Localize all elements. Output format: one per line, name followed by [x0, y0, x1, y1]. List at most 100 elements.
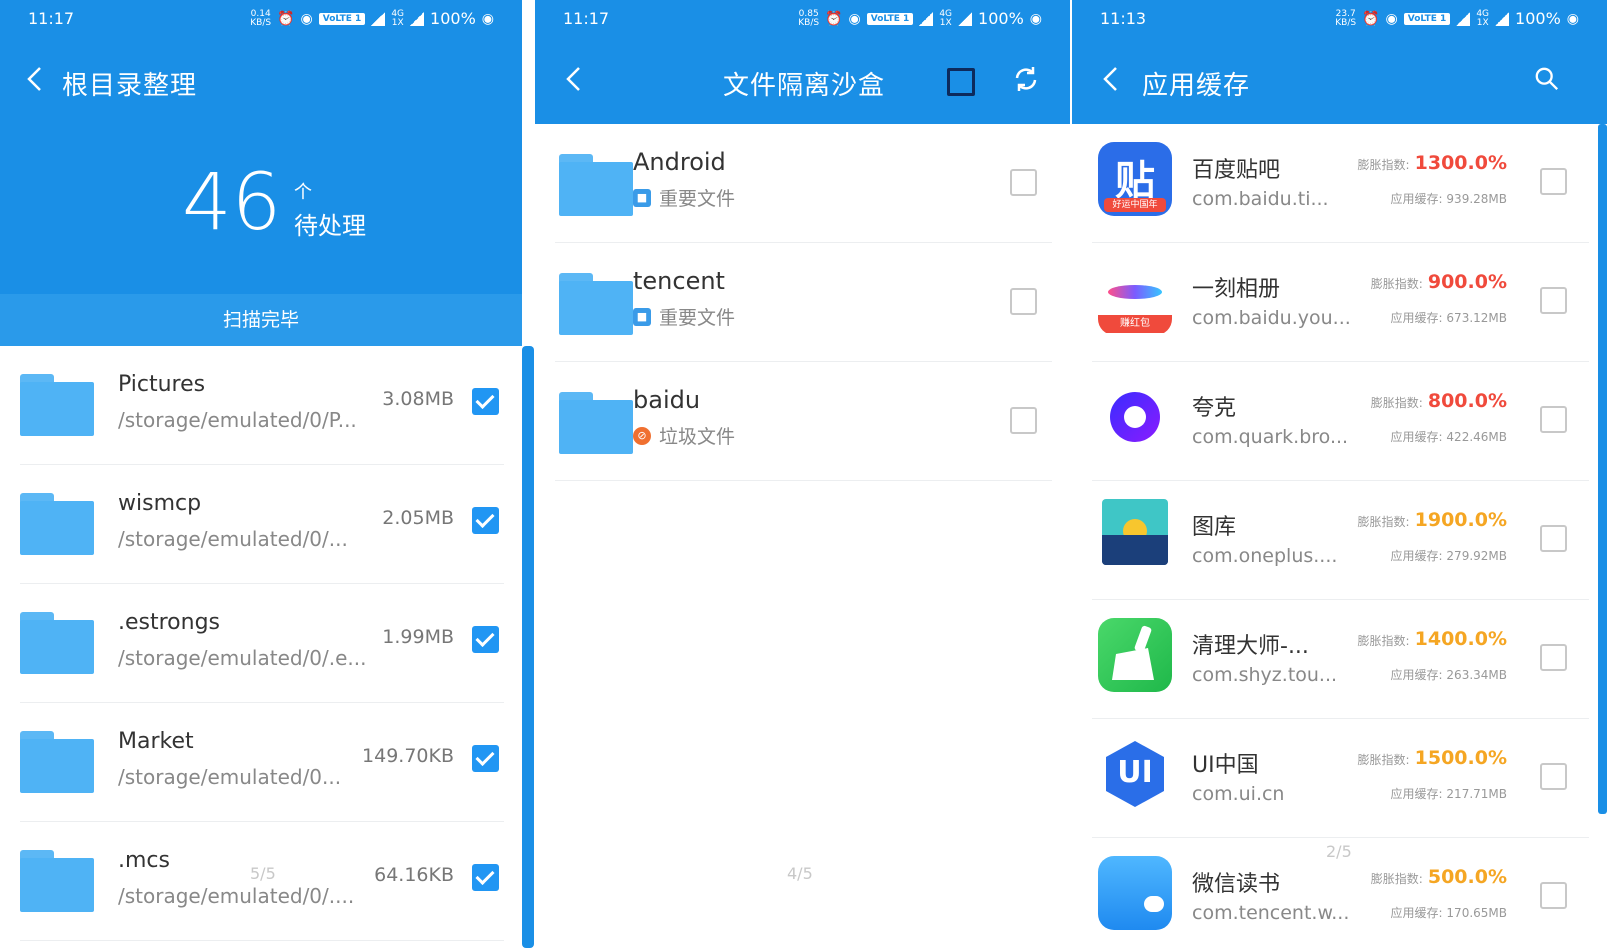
status-bar: 11:13 23.7 KB/S ⏰ ◉ VoLTE 1 4G 1X 100% ◉ — [1072, 0, 1607, 40]
bookmark-icon: ■ — [633, 188, 651, 207]
page-indicator: 2/5 — [1326, 842, 1352, 861]
trash-icon: ⊘ — [633, 426, 651, 445]
app-package: com.oneplus.... — [1192, 545, 1338, 567]
hotspot-icon: ◉ — [300, 10, 313, 27]
pending-count-unit: 个 — [294, 182, 312, 203]
folder-name: Pictures — [118, 372, 206, 397]
pending-count: 46 — [182, 158, 282, 248]
list-item[interactable]: 贴 好运中国年 百度贴吧 com.baidu.ti... 膨胀指数: 1300.… — [1072, 124, 1607, 243]
app-cache-size: 应用缓存: 170.65MB — [1390, 906, 1507, 920]
app-name: 百度贴吧 — [1192, 158, 1281, 183]
app-cache-header: 11:13 23.7 KB/S ⏰ ◉ VoLTE 1 4G 1X 100% ◉ 应… — [1072, 0, 1607, 124]
list-item[interactable]: 赚红包 一刻相册 com.baidu.you... 膨胀指数: 900.0% 应… — [1072, 243, 1607, 362]
tieba-icon: 贴 好运中国年 — [1098, 142, 1172, 216]
folder-size: 149.70KB — [362, 745, 454, 767]
status-icons: 0.85 KB/S ⏰ ◉ VoLTE 1 4G 1X 100% ◉ — [798, 9, 1042, 28]
app-cache-size: 应用缓存: 673.12MB — [1390, 311, 1507, 325]
list-item[interactable]: tencent ■ 重要文件 — [535, 243, 1070, 362]
bloat-index: 膨胀指数: 1500.0% — [1357, 747, 1508, 769]
app-name: 图库 — [1192, 515, 1237, 540]
select-all-square-icon[interactable] — [947, 68, 975, 96]
list-item[interactable]: Market /storage/emulated/0... 149.70KB — [0, 703, 522, 822]
select-checkbox[interactable] — [1540, 882, 1567, 909]
folder-icon — [20, 850, 94, 912]
root-directory-panel: 11:17 0.14 KB/S ⏰ ◉ VoLTE 1 4G 1X 100% ◉ 根… — [0, 0, 522, 948]
list-item[interactable]: UI UI中国 com.ui.cn 膨胀指数: 1500.0% 应用缓存: 21… — [1072, 719, 1607, 838]
alarm-icon: ⏰ — [1362, 10, 1380, 27]
page-title: 根目录整理 — [62, 71, 198, 101]
list-item[interactable]: Pictures /storage/emulated/0/P... 3.08MB — [0, 346, 522, 465]
status-icons: 23.7 KB/S ⏰ ◉ VoLTE 1 4G 1X 100% ◉ — [1335, 9, 1579, 28]
folder-icon — [559, 273, 633, 335]
file-tag: ■ 重要文件 — [633, 303, 735, 330]
select-checkbox[interactable] — [1010, 407, 1037, 434]
list-item[interactable]: 清理大师-... com.shyz.tou... 膨胀指数: 1400.0% 应… — [1072, 600, 1607, 719]
list-item[interactable]: Android ■ 重要文件 — [535, 124, 1070, 243]
select-checkbox[interactable] — [472, 864, 499, 891]
list-item[interactable]: baidu ⊘ 垃圾文件 — [535, 362, 1070, 481]
status-time: 11:13 — [1100, 9, 1147, 28]
hotspot-icon: ◉ — [848, 10, 861, 27]
list-item[interactable]: 图库 com.oneplus.... 膨胀指数: 1900.0% 应用缓存: 2… — [1072, 481, 1607, 600]
status-bar: 11:17 0.85 KB/S ⏰ ◉ VoLTE 1 4G 1X 100% ◉ — [535, 0, 1070, 40]
select-checkbox[interactable] — [472, 507, 499, 534]
back-arrow-icon[interactable] — [24, 64, 54, 94]
search-icon[interactable] — [1534, 66, 1562, 94]
scan-status-bar: 扫描完毕 — [0, 294, 522, 346]
select-checkbox[interactable] — [472, 388, 499, 415]
hotspot-icon: ◉ — [1385, 10, 1398, 27]
signal-icon — [919, 11, 934, 26]
folder-path: /storage/emulated/0/.e... — [118, 646, 367, 670]
back-arrow-icon[interactable] — [563, 64, 593, 94]
volte-badge: VoLTE 1 — [1403, 12, 1451, 25]
title-bar: 应用缓存 — [1072, 40, 1607, 126]
select-checkbox[interactable] — [1540, 525, 1567, 552]
page-title: 应用缓存 — [1142, 71, 1251, 101]
folder-size: 3.08MB — [382, 388, 454, 410]
root-directory-header: 11:17 0.14 KB/S ⏰ ◉ VoLTE 1 4G 1X 100% ◉ 根… — [0, 0, 522, 346]
pending-count-label: 待处理 — [294, 212, 366, 240]
folder-path: /storage/emulated/0/... — [118, 527, 348, 551]
signal-icon — [371, 11, 386, 26]
sandbox-panel: 11:17 0.85 KB/S ⏰ ◉ VoLTE 1 4G 1X 100% ◉ 文… — [535, 0, 1070, 948]
bookmark-icon: ■ — [633, 307, 651, 326]
scrollbar-thumb[interactable] — [522, 346, 534, 948]
app-name: 清理大师-... — [1192, 634, 1309, 659]
list-item[interactable]: 夸克 com.quark.bro... 膨胀指数: 800.0% 应用缓存: 4… — [1072, 362, 1607, 481]
select-checkbox[interactable] — [1540, 644, 1567, 671]
select-checkbox[interactable] — [472, 745, 499, 772]
select-checkbox[interactable] — [472, 626, 499, 653]
folder-path: /storage/emulated/0/.... — [118, 884, 355, 908]
alarm-icon: ⏰ — [825, 10, 843, 27]
scrollbar-thumb[interactable] — [1598, 124, 1607, 814]
select-checkbox[interactable] — [1540, 406, 1567, 433]
select-checkbox[interactable] — [1540, 763, 1567, 790]
app-package: com.quark.bro... — [1192, 426, 1349, 448]
volte-badge: VoLTE 1 — [866, 12, 914, 25]
list-item[interactable]: .estrongs /storage/emulated/0/.e... 1.99… — [0, 584, 522, 703]
signal-icon — [1456, 11, 1471, 26]
select-checkbox[interactable] — [1540, 287, 1567, 314]
bloat-index: 膨胀指数: 900.0% — [1370, 271, 1507, 293]
page-title: 文件隔离沙盒 — [723, 71, 886, 101]
cleaner-broom-icon — [1098, 618, 1172, 692]
app-package: com.ui.cn — [1192, 783, 1285, 805]
folder-size: 64.16KB — [374, 864, 454, 886]
refresh-icon[interactable] — [1011, 64, 1039, 92]
list-item[interactable]: wismcp /storage/emulated/0/... 2.05MB — [0, 465, 522, 584]
network-type: 4G 1X — [391, 8, 405, 28]
network-type: 4G 1X — [1476, 8, 1490, 28]
select-checkbox[interactable] — [1540, 168, 1567, 195]
divider — [20, 940, 504, 941]
file-tag: ■ 重要文件 — [633, 184, 735, 211]
network-speed: 0.85 KB/S — [798, 8, 820, 28]
signal-icon-2 — [410, 11, 425, 26]
app-name: 夸克 — [1192, 396, 1237, 421]
select-checkbox[interactable] — [1010, 288, 1037, 315]
battery-icon: ◉ — [1566, 10, 1579, 27]
gallery-icon — [1102, 499, 1168, 565]
app-package: com.baidu.you... — [1192, 307, 1351, 329]
network-speed: 23.7 KB/S — [1335, 8, 1357, 28]
select-checkbox[interactable] — [1010, 169, 1037, 196]
back-arrow-icon[interactable] — [1100, 64, 1130, 94]
